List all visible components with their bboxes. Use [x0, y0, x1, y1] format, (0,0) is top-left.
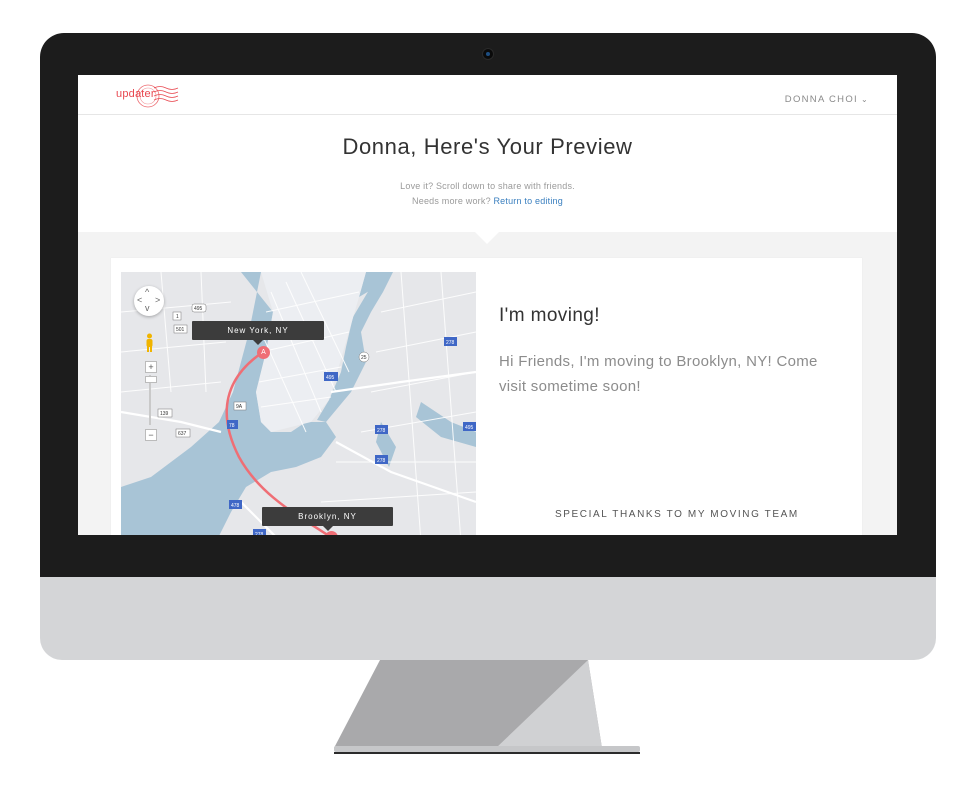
logo-text[interactable]: updater: [116, 88, 155, 100]
origin-marker[interactable]: A: [257, 346, 270, 359]
svg-text:495: 495: [326, 375, 335, 381]
svg-text:501: 501: [176, 327, 185, 333]
svg-text:278: 278: [377, 458, 386, 464]
moving-team-heading: SPECIAL THANKS TO MY MOVING TEAM: [555, 509, 799, 520]
top-navigation-bar: updater DONNA CHOI ⌄: [78, 75, 897, 115]
pan-up-icon[interactable]: ^: [145, 288, 149, 297]
edit-hint: Needs more work? Return to editing: [78, 196, 897, 206]
pan-down-icon[interactable]: v: [145, 304, 150, 313]
message-title: I'm moving!: [499, 305, 600, 326]
monitor-stand: [330, 660, 642, 760]
moving-announcement-card: 495 1 501 25 278 495 9A 139 637 78 278 4…: [111, 258, 862, 535]
svg-text:25: 25: [361, 355, 367, 361]
map-tiles: 495 1 501 25 278 495 9A 139 637 78 278 4…: [121, 272, 476, 535]
pan-left-icon[interactable]: <: [137, 296, 142, 305]
share-hint: Love it? Scroll down to share with frien…: [400, 181, 575, 191]
browser-screen: updater DONNA CHOI ⌄ Donna, Here's Your …: [78, 75, 897, 535]
edit-hint-prefix: Needs more work?: [412, 196, 491, 206]
zoom-slider-handle[interactable]: [145, 376, 157, 383]
user-menu-dropdown[interactable]: DONNA CHOI ⌄: [785, 94, 869, 105]
page-title: Donna, Here's Your Preview: [342, 134, 633, 159]
map-pan-control[interactable]: ^ < > v: [134, 286, 164, 316]
route-map[interactable]: 495 1 501 25 278 495 9A 139 637 78 278 4…: [121, 272, 476, 535]
zoom-out-button[interactable]: −: [145, 429, 157, 441]
header-pointer: [475, 232, 499, 244]
user-name: DONNA CHOI: [784, 94, 858, 105]
svg-text:139: 139: [160, 411, 169, 417]
chevron-down-icon: ⌄: [860, 95, 869, 104]
svg-text:1: 1: [176, 314, 179, 320]
preview-header: Donna, Here's Your Preview Love it? Scro…: [78, 115, 897, 232]
pegman-icon[interactable]: [145, 333, 154, 353]
svg-text:278: 278: [377, 428, 386, 434]
svg-text:278: 278: [446, 340, 455, 346]
origin-label-tooltip: New York, NY: [192, 321, 324, 345]
destination-label-tooltip: Brooklyn, NY: [262, 507, 393, 531]
svg-text:478: 478: [231, 503, 240, 509]
monitor-chin: [40, 577, 936, 660]
message-body: Hi Friends, I'm moving to Brooklyn, NY! …: [499, 353, 818, 395]
svg-text:278: 278: [255, 532, 264, 535]
svg-text:78: 78: [229, 423, 235, 429]
zoom-in-button[interactable]: +: [145, 361, 157, 373]
svg-text:9A: 9A: [236, 404, 243, 410]
return-to-editing-link[interactable]: Return to editing: [493, 196, 562, 206]
svg-text:495: 495: [194, 306, 203, 312]
svg-text:495: 495: [465, 425, 474, 431]
pan-right-icon[interactable]: >: [155, 296, 160, 305]
svg-text:637: 637: [178, 431, 187, 437]
webcam-icon: [483, 49, 493, 59]
